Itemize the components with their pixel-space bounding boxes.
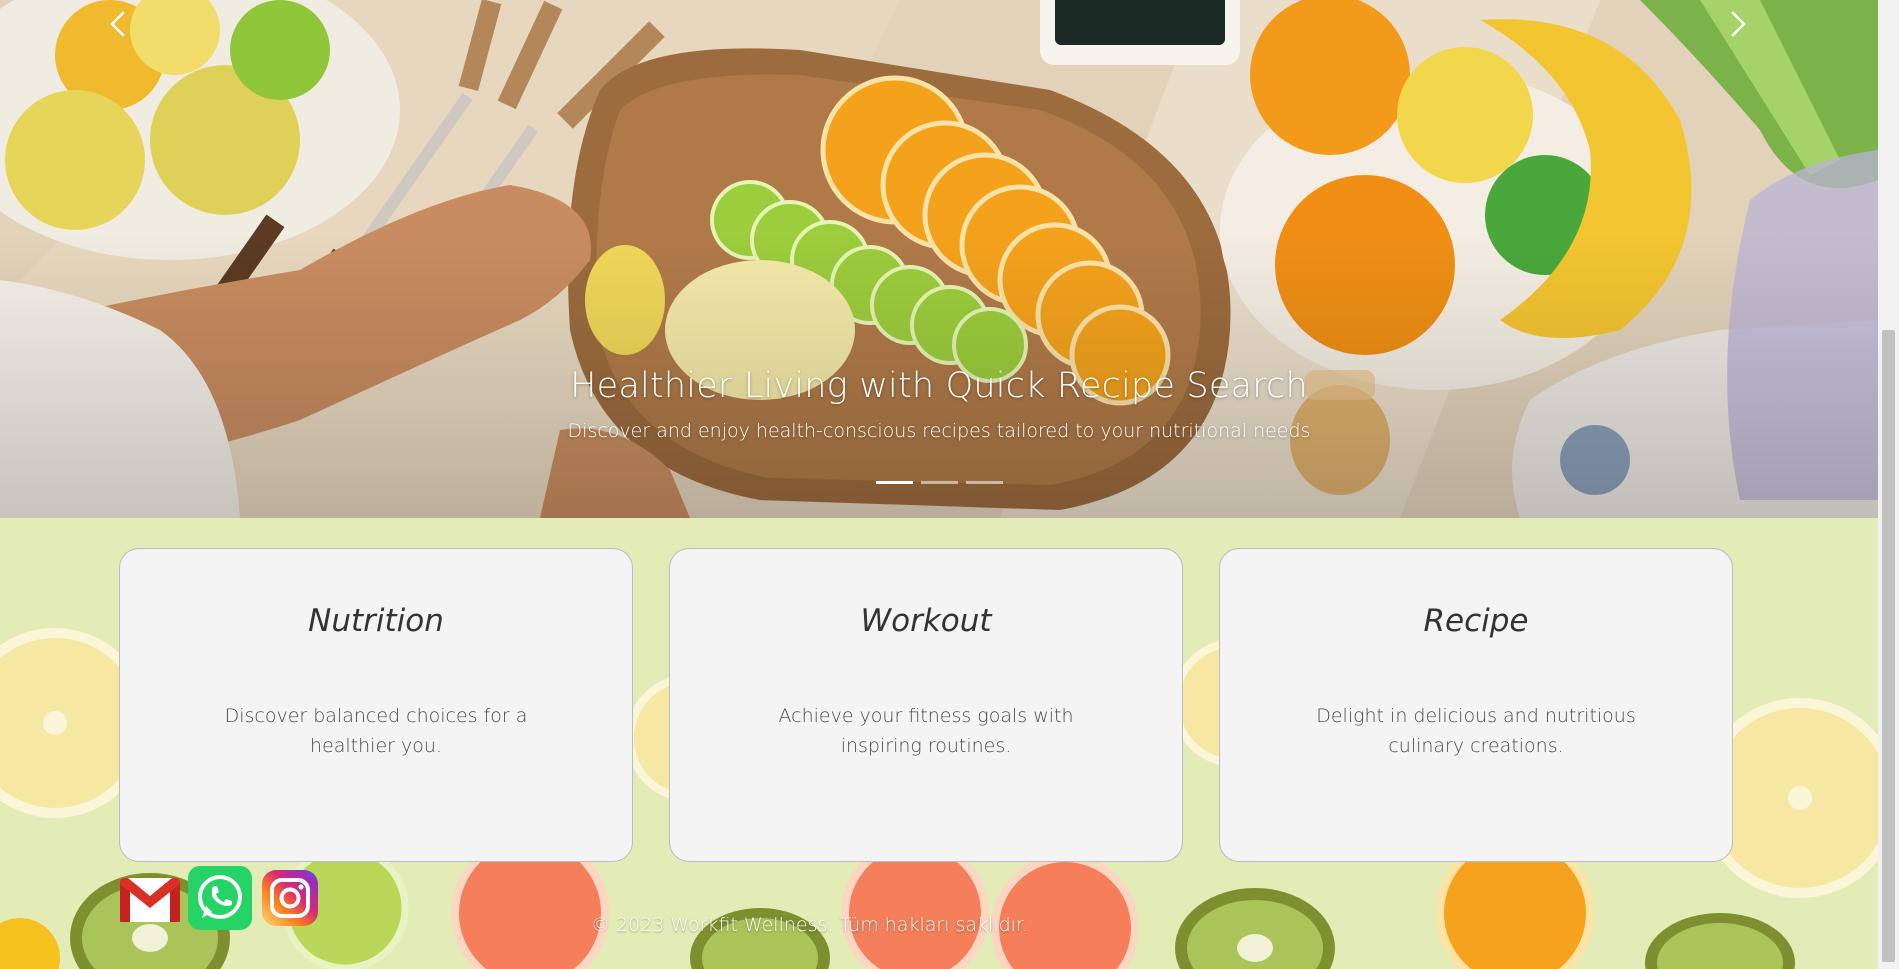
carousel-indicator-1[interactable] xyxy=(875,481,913,484)
hero-subtitle: Discover and enjoy health-conscious reci… xyxy=(567,420,1311,442)
chevron-right-icon xyxy=(1731,11,1746,37)
carousel-prev-button[interactable] xyxy=(100,4,140,44)
page: Healthier Living with Quick Recipe Searc… xyxy=(0,0,1878,969)
card-text: Achieve your fitness goals with inspirin… xyxy=(778,705,1074,757)
feature-card-workout[interactable]: Workout Achieve your fitness goals with … xyxy=(669,548,1183,862)
carousel-indicator-3[interactable] xyxy=(965,481,1003,484)
card-title: Recipe xyxy=(1423,603,1529,639)
hero-carousel: Healthier Living with Quick Recipe Searc… xyxy=(0,0,1878,518)
carousel-caption: Healthier Living with Quick Recipe Searc… xyxy=(0,362,1878,444)
carousel-next-button[interactable] xyxy=(1716,4,1756,44)
card-title: Nutrition xyxy=(308,603,444,639)
chevron-left-icon xyxy=(110,11,125,37)
card-title: Workout xyxy=(860,603,992,639)
scrollbar-thumb[interactable] xyxy=(1882,330,1895,962)
footer-copyright: © 2023 Workfit Wellness. Tüm hakları sak… xyxy=(590,914,1029,936)
feature-card-recipe[interactable]: Recipe Delight in delicious and nutritio… xyxy=(1219,548,1733,862)
hero-title: Healthier Living with Quick Recipe Searc… xyxy=(570,366,1308,406)
card-text: Delight in delicious and nutritious culi… xyxy=(1316,705,1636,757)
page-scrollbar[interactable] xyxy=(1878,0,1899,969)
carousel-indicators xyxy=(0,481,1878,484)
feature-card-nutrition[interactable]: Nutrition Discover balanced choices for … xyxy=(119,548,633,862)
card-text: Discover balanced choices for a healthie… xyxy=(224,705,528,757)
carousel-indicator-2[interactable] xyxy=(920,481,958,484)
